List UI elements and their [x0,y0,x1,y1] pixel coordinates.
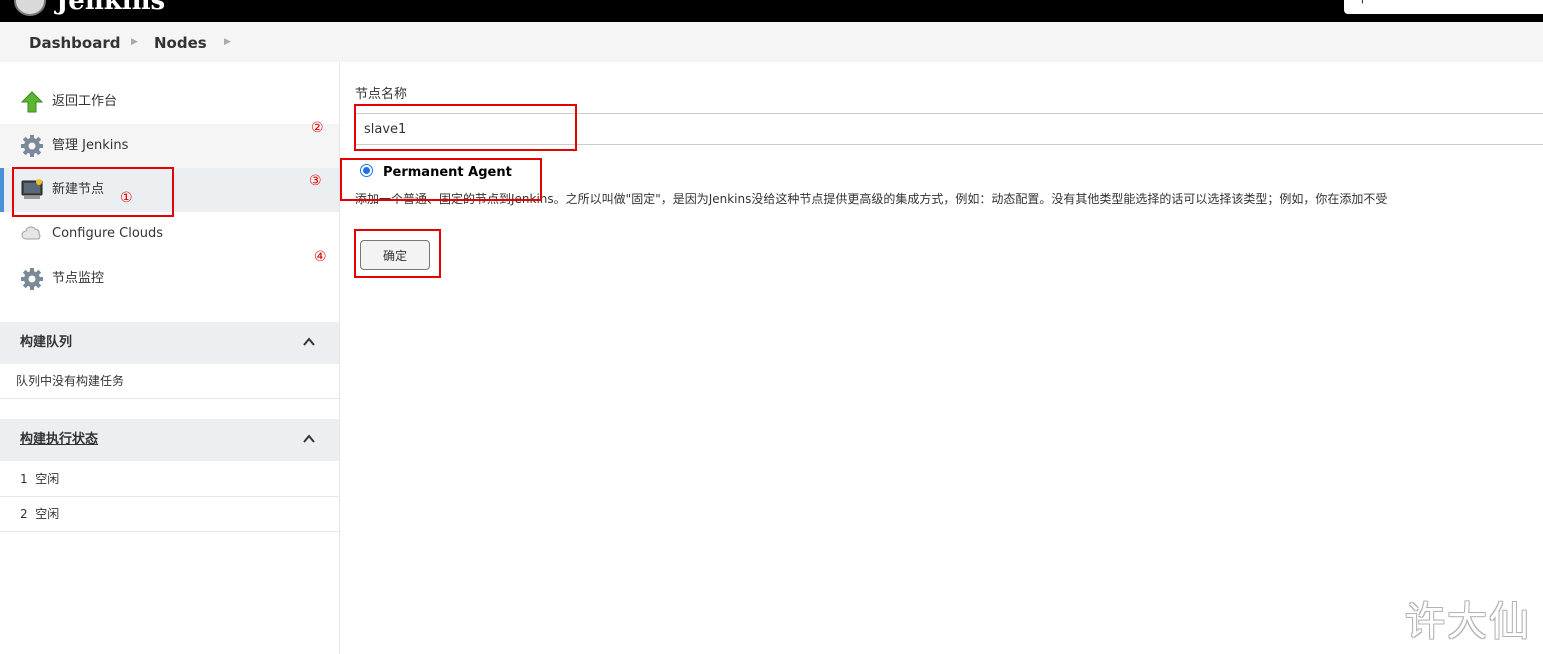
executor-status: 空闲 [35,472,60,486]
header-bar: Jenkins ⚲ [0,0,1543,22]
logo-text[interactable]: Jenkins [56,0,165,15]
gear-icon [21,135,43,157]
sidebar-item-label: 节点监控 [52,271,105,286]
watermark: 许大仙 [1405,599,1531,645]
search-box[interactable]: ⚲ [1344,0,1543,14]
sidebar-item-label: 返回工作台 [52,94,118,109]
executor-number: 1 [20,472,28,486]
search-icon: ⚲ [1358,0,1367,4]
jenkins-logo-icon[interactable] [14,0,46,16]
breadcrumb-nodes[interactable]: Nodes [154,34,207,52]
build-queue-header[interactable]: 构建队列 [0,322,339,364]
annotation-marker-3: ③ [309,173,322,189]
gear-icon [21,268,43,290]
up-arrow-icon [20,91,44,113]
chevron-right-icon[interactable]: ▶ [224,36,231,48]
main-content: 节点名称 Permanent Agent 添加一个普通、固定的节点到Jenkin… [340,62,1543,654]
build-queue-title: 构建队列 [20,335,73,350]
chevron-up-icon[interactable] [303,433,315,445]
sidebar-item-label: 管理 Jenkins [52,138,129,153]
permanent-agent-label[interactable]: Permanent Agent [383,164,512,182]
permanent-agent-description: 添加一个普通、固定的节点到Jenkins。之所以叫做"固定"，是因为Jenkin… [355,192,1388,206]
breadcrumb-dashboard[interactable]: Dashboard [29,34,120,52]
executor-row: 2 空闲 [0,497,339,532]
node-name-label: 节点名称 [355,87,408,102]
executor-number: 2 [20,507,28,521]
computer-icon [21,179,43,199]
chevron-right-icon[interactable]: ▶ [131,36,138,48]
sidebar-item-configure-clouds[interactable]: Configure Clouds [0,212,339,256]
annotation-marker-2: ② [311,120,324,136]
cloud-icon [21,226,41,240]
breadcrumb: Dashboard ▶ Nodes ▶ [0,22,1543,62]
sidebar-item-label: 新建节点 [52,182,105,197]
annotation-marker-1: ① [120,190,133,206]
build-queue-empty: 队列中没有构建任务 [0,364,339,399]
chevron-up-icon[interactable] [303,336,315,348]
sidebar-item-back-to-dashboard[interactable]: 返回工作台 [0,80,339,124]
ok-button[interactable]: 确定 [360,240,430,270]
permanent-agent-radio[interactable] [360,164,373,177]
node-name-input[interactable] [355,113,1543,145]
sidebar: 返回工作台 管理 Jenkins 新建节点 Configure Clouds 节… [0,62,340,654]
sidebar-item-new-node[interactable]: 新建节点 [0,168,339,212]
executor-status: 空闲 [35,507,60,521]
sidebar-item-manage-jenkins[interactable]: 管理 Jenkins [0,124,339,168]
annotation-marker-4: ④ [314,249,327,265]
sidebar-item-node-monitoring[interactable]: 节点监控 [0,257,339,301]
sidebar-item-label: Configure Clouds [52,226,164,241]
executors-title[interactable]: 构建执行状态 [20,431,98,449]
executors-header[interactable]: 构建执行状态 [0,419,339,461]
executor-row: 1 空闲 [0,462,339,497]
